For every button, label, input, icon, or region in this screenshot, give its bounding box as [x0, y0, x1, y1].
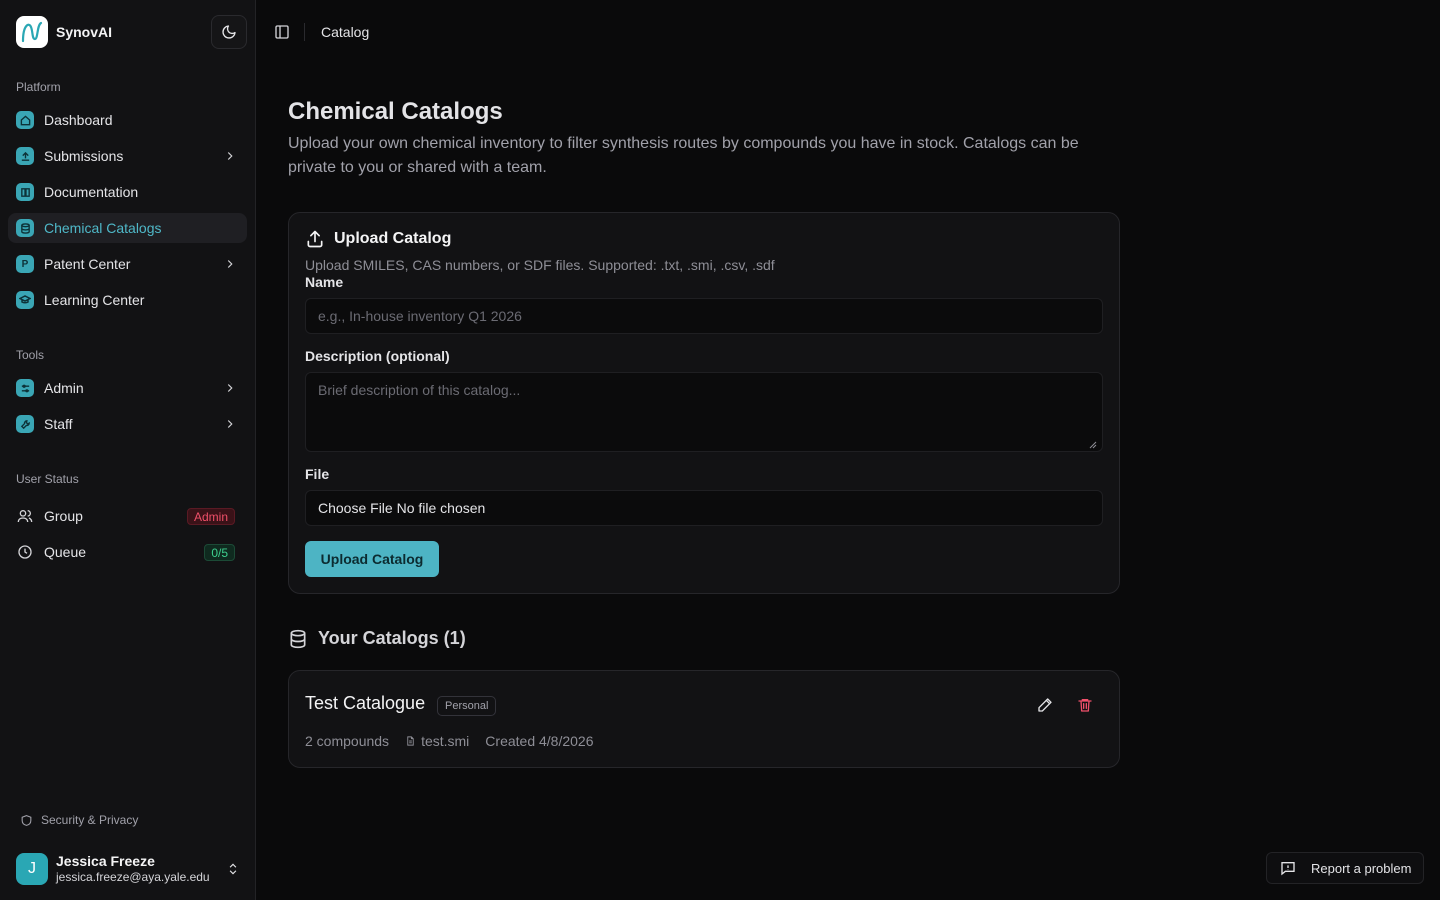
- sidebar-item-documentation[interactable]: Documentation: [8, 177, 247, 207]
- file-name: test.smi: [421, 733, 470, 749]
- avatar: J: [16, 853, 48, 885]
- user-status-section-label: User Status: [16, 472, 79, 486]
- resize-grip-icon[interactable]: [1089, 441, 1097, 449]
- page-description: Upload your own chemical inventory to fi…: [288, 135, 1079, 176]
- clock-icon: [16, 543, 34, 561]
- sliders-icon: [16, 379, 34, 397]
- chevron-right-icon: [227, 152, 233, 160]
- sidebar-toggle-icon[interactable]: [274, 24, 290, 40]
- edit-catalog-button[interactable]: [1034, 694, 1056, 716]
- sidebar-item-label: Chemical Catalogs: [44, 220, 162, 236]
- sidebar-item-label: Patent Center: [44, 256, 131, 272]
- catalog-item[interactable]: Test Catalogue Personal 2 compounds test…: [288, 670, 1120, 768]
- tools-section-label: Tools: [16, 348, 45, 362]
- user-name: Jessica Freeze: [56, 853, 155, 869]
- sidebar-item-label: Queue: [44, 544, 87, 560]
- sidebar: SynovAI Platform Dashboard Submissions D…: [0, 0, 256, 900]
- report-problem-button[interactable]: Report a problem: [1266, 852, 1424, 884]
- sidebar-item-queue[interactable]: Queue 0/5: [8, 537, 247, 567]
- home-icon: [16, 111, 34, 129]
- moon-icon: [222, 25, 236, 39]
- description-label: Description (optional): [305, 348, 450, 364]
- queue-count-badge: 0/5: [204, 544, 235, 561]
- sidebar-item-staff[interactable]: Staff: [8, 409, 247, 439]
- catalog-description-textarea[interactable]: [305, 372, 1103, 452]
- sidebar-item-dashboard[interactable]: Dashboard: [8, 105, 247, 135]
- chevron-right-icon: [227, 420, 233, 428]
- security-privacy-link[interactable]: Security & Privacy: [20, 813, 138, 827]
- sidebar-item-label: Documentation: [44, 184, 139, 200]
- breadcrumb: Catalog: [321, 24, 370, 40]
- page-title: Chemical Catalogs: [288, 98, 503, 125]
- sidebar-item-label: Dashboard: [44, 112, 113, 128]
- sidebar-item-group[interactable]: Group Admin: [8, 501, 247, 531]
- users-icon: [16, 507, 34, 525]
- patent-p-icon: P: [16, 255, 34, 273]
- user-menu[interactable]: J Jessica Freeze jessica.freeze@aya.yale…: [16, 851, 248, 887]
- upload-icon: [307, 230, 323, 248]
- platform-section-label: Platform: [16, 80, 61, 94]
- compound-count: 2 compounds: [305, 733, 390, 749]
- user-email: jessica.freeze@aya.yale.edu: [56, 870, 210, 884]
- delete-catalog-button[interactable]: [1074, 694, 1096, 716]
- role-badge: Admin: [186, 508, 235, 525]
- file-label: File: [305, 466, 330, 482]
- sidebar-item-label: Submissions: [44, 148, 124, 164]
- database-icon: [290, 629, 306, 648]
- wrench-icon: [16, 415, 34, 433]
- chevron-right-icon: [227, 384, 233, 392]
- file-picker[interactable]: Choose File No file chosen: [305, 490, 1103, 526]
- theme-toggle-button[interactable]: [211, 15, 247, 49]
- trash-icon: [1078, 699, 1092, 712]
- name-label: Name: [305, 274, 344, 290]
- catalog-meta: 2 compounds test.smi Created 4/8/2026: [305, 733, 594, 749]
- sidebar-item-submissions[interactable]: Submissions: [8, 141, 247, 171]
- chevron-right-icon: [227, 260, 233, 268]
- catalog-file: test.smi: [405, 733, 469, 749]
- shield-icon: [21, 814, 32, 826]
- upload-icon: [16, 147, 34, 165]
- sidebar-item-label: Admin: [44, 380, 84, 396]
- upload-catalog-button[interactable]: Upload Catalog: [305, 541, 439, 577]
- chevrons-up-down-icon: [229, 863, 237, 875]
- security-privacy-label: Security & Privacy: [41, 813, 139, 827]
- catalogs-count-title: Your Catalogs (1): [318, 628, 466, 648]
- sidebar-item-label: Group: [44, 508, 83, 524]
- file-icon: [407, 736, 414, 746]
- database-icon: [16, 219, 34, 237]
- synovai-logo: [16, 16, 48, 48]
- book-icon: [16, 183, 34, 201]
- graduation-cap-icon: [16, 291, 34, 309]
- sidebar-item-chemical-catalogs[interactable]: Chemical Catalogs: [8, 213, 247, 243]
- app-name: SynovAI: [56, 24, 113, 40]
- message-square-alert-icon: [1281, 862, 1295, 876]
- sidebar-item-admin[interactable]: Admin: [8, 373, 247, 403]
- upload-card-subtitle: Upload SMILES, CAS numbers, or SDF files…: [305, 257, 775, 273]
- sidebar-item-patent-center[interactable]: P Patent Center: [8, 249, 247, 279]
- your-catalogs-heading: Your Catalogs (1): [288, 628, 466, 649]
- sidebar-item-label: Learning Center: [44, 292, 145, 308]
- catalog-name: Test Catalogue: [305, 693, 426, 713]
- sidebar-item-label: Staff: [44, 416, 73, 432]
- catalog-name-input[interactable]: [305, 298, 1103, 334]
- report-problem-label: Report a problem: [1311, 860, 1412, 876]
- topbar-divider: [304, 23, 305, 41]
- upload-catalog-card: Upload Catalog Upload SMILES, CAS number…: [288, 212, 1120, 594]
- topbar: Catalog: [256, 0, 1440, 64]
- created-date: Created 4/8/2026: [485, 733, 594, 749]
- visibility-badge: Personal: [437, 696, 497, 716]
- upload-card-title: Upload Catalog: [334, 230, 452, 247]
- pencil-icon: [1038, 698, 1052, 712]
- brand[interactable]: SynovAI: [16, 16, 112, 48]
- sidebar-item-learning-center[interactable]: Learning Center: [8, 285, 247, 315]
